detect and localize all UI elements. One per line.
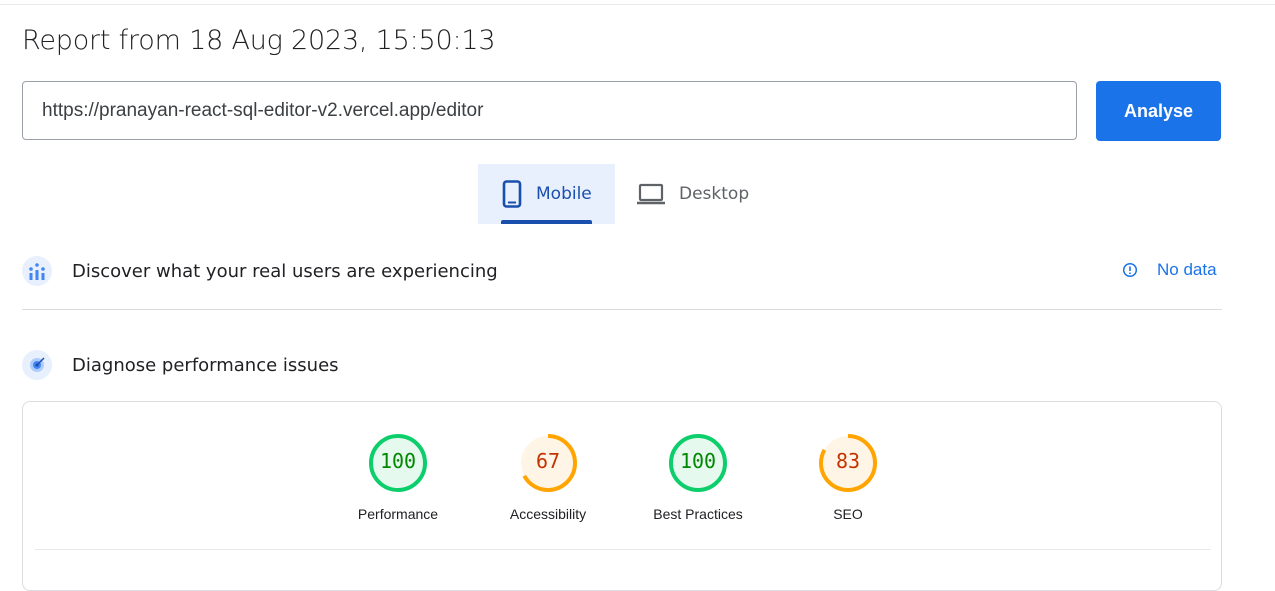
tab-mobile[interactable]: Mobile [478,164,615,224]
tab-mobile-label: Mobile [536,184,592,204]
score-gauge-accessibility[interactable]: 67 Accessibility [473,431,623,522]
diagnose-section-header: Diagnose performance issues [22,350,339,380]
no-data-label: No data [1157,260,1217,279]
laptop-icon [637,183,665,205]
url-input[interactable] [22,81,1077,140]
real-users-title: Discover what your real users are experi… [72,260,498,282]
analyse-button[interactable]: Analyse [1096,81,1221,141]
no-data-link[interactable]: No data [1122,260,1217,280]
tab-desktop[interactable]: Desktop [615,164,765,224]
score-label: Accessibility [509,506,587,522]
score-value: 67 [535,449,561,473]
score-label: Best Practices [653,506,743,522]
score-value: 100 [379,449,417,473]
score-value: 83 [835,449,861,473]
report-title: Report from 18 Aug 2023, 15:50:13 [22,25,496,56]
scores-card: 100 Performance 67 Accessibility 100 Best Pra… [22,401,1222,591]
score-label: Performance [357,506,439,522]
top-divider [0,4,1275,5]
score-gauge-seo[interactable]: 83 SEO [773,431,923,522]
card-divider [35,549,1211,550]
crux-chart-icon [22,256,52,286]
score-value: 100 [679,449,717,473]
smartphone-icon [502,180,522,208]
diagnose-title: Diagnose performance issues [72,354,339,376]
tab-selected-indicator [501,220,592,224]
score-gauge-best-practices[interactable]: 100 Best Practices [623,431,773,522]
info-icon [1122,262,1138,278]
score-label: SEO [833,506,863,522]
score-gauge-performance[interactable]: 100 Performance [323,431,473,522]
section-divider [22,309,1222,310]
lighthouse-icon [22,350,52,380]
real-users-section-header: Discover what your real users are experi… [22,256,498,286]
tab-desktop-label: Desktop [679,184,750,204]
